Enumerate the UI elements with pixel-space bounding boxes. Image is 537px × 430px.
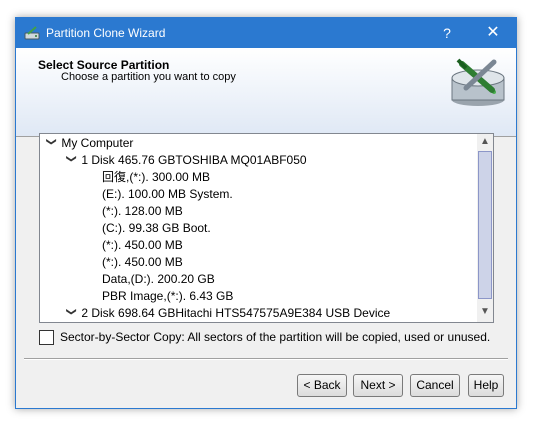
- chevron-down-icon[interactable]: ❯: [63, 308, 80, 322]
- wizard-header: Select Source Partition Choose a partiti…: [16, 48, 516, 137]
- page-subtitle: Choose a partition you want to copy: [61, 71, 236, 83]
- window-title: Partition Clone Wizard: [46, 26, 166, 40]
- partition-item[interactable]: (*:). 128.00 MB: [102, 203, 183, 220]
- back-button[interactable]: < Back: [297, 374, 347, 397]
- app-icon: [24, 26, 40, 40]
- partition-item[interactable]: (C:). 99.38 GB Boot.: [102, 220, 211, 237]
- scroll-up-arrow-icon[interactable]: ▲: [479, 136, 491, 148]
- partition-clone-wizard-window: Partition Clone Wizard ? ✕ Select Source…: [15, 17, 517, 409]
- help-button[interactable]: Help: [468, 374, 504, 397]
- sector-copy-label: Sector-by-Sector Copy: All sectors of th…: [60, 330, 491, 344]
- help-titlebar-button[interactable]: ?: [424, 18, 470, 48]
- chevron-down-icon[interactable]: ❯: [43, 138, 60, 152]
- tree-node-label: 1 Disk 465.76 GBTOSHIBA MQ01ABF050: [81, 153, 307, 167]
- partition-item[interactable]: PBR Image,(*:). 6.43 GB: [102, 288, 233, 305]
- page-title: Select Source Partition: [38, 58, 170, 72]
- cancel-button[interactable]: Cancel: [410, 374, 460, 397]
- footer-divider: [24, 358, 508, 360]
- partition-tools-icon: [451, 58, 505, 106]
- partition-tree[interactable]: ❯ My Computer ❯ 1 Disk 465.76 GBTOSHIBA …: [39, 133, 494, 323]
- chevron-down-icon[interactable]: ❯: [63, 155, 80, 169]
- tree-node-disk-1[interactable]: ❯ 1 Disk 465.76 GBTOSHIBA MQ01ABF050: [64, 152, 307, 169]
- title-bar: Partition Clone Wizard ? ✕: [16, 18, 516, 48]
- scroll-down-arrow-icon[interactable]: ▼: [479, 306, 491, 318]
- next-button[interactable]: Next >: [353, 374, 403, 397]
- tree-node-label: 2 Disk 698.64 GBHitachi HTS547575A9E384 …: [81, 306, 391, 320]
- close-button[interactable]: ✕: [470, 18, 516, 48]
- partition-item[interactable]: 回復,(*:). 300.00 MB: [102, 169, 210, 186]
- partition-item[interactable]: (*:). 450.00 MB: [102, 237, 183, 254]
- partition-item[interactable]: (E:). 100.00 MB System.: [102, 186, 233, 203]
- partition-item[interactable]: Data,(D:). 200.20 GB: [102, 271, 215, 288]
- scrollbar-thumb[interactable]: [478, 151, 492, 299]
- tree-node-my-computer[interactable]: ❯ My Computer: [43, 135, 134, 152]
- tree-node-label: My Computer: [61, 136, 134, 150]
- tree-scrollbar[interactable]: ▲ ▼: [477, 134, 493, 322]
- partition-item[interactable]: (*:). 450.00 MB: [102, 254, 183, 271]
- tree-node-disk-2[interactable]: ❯ 2 Disk 698.64 GBHitachi HTS547575A9E38…: [63, 305, 391, 322]
- sector-copy-checkbox[interactable]: [39, 330, 54, 345]
